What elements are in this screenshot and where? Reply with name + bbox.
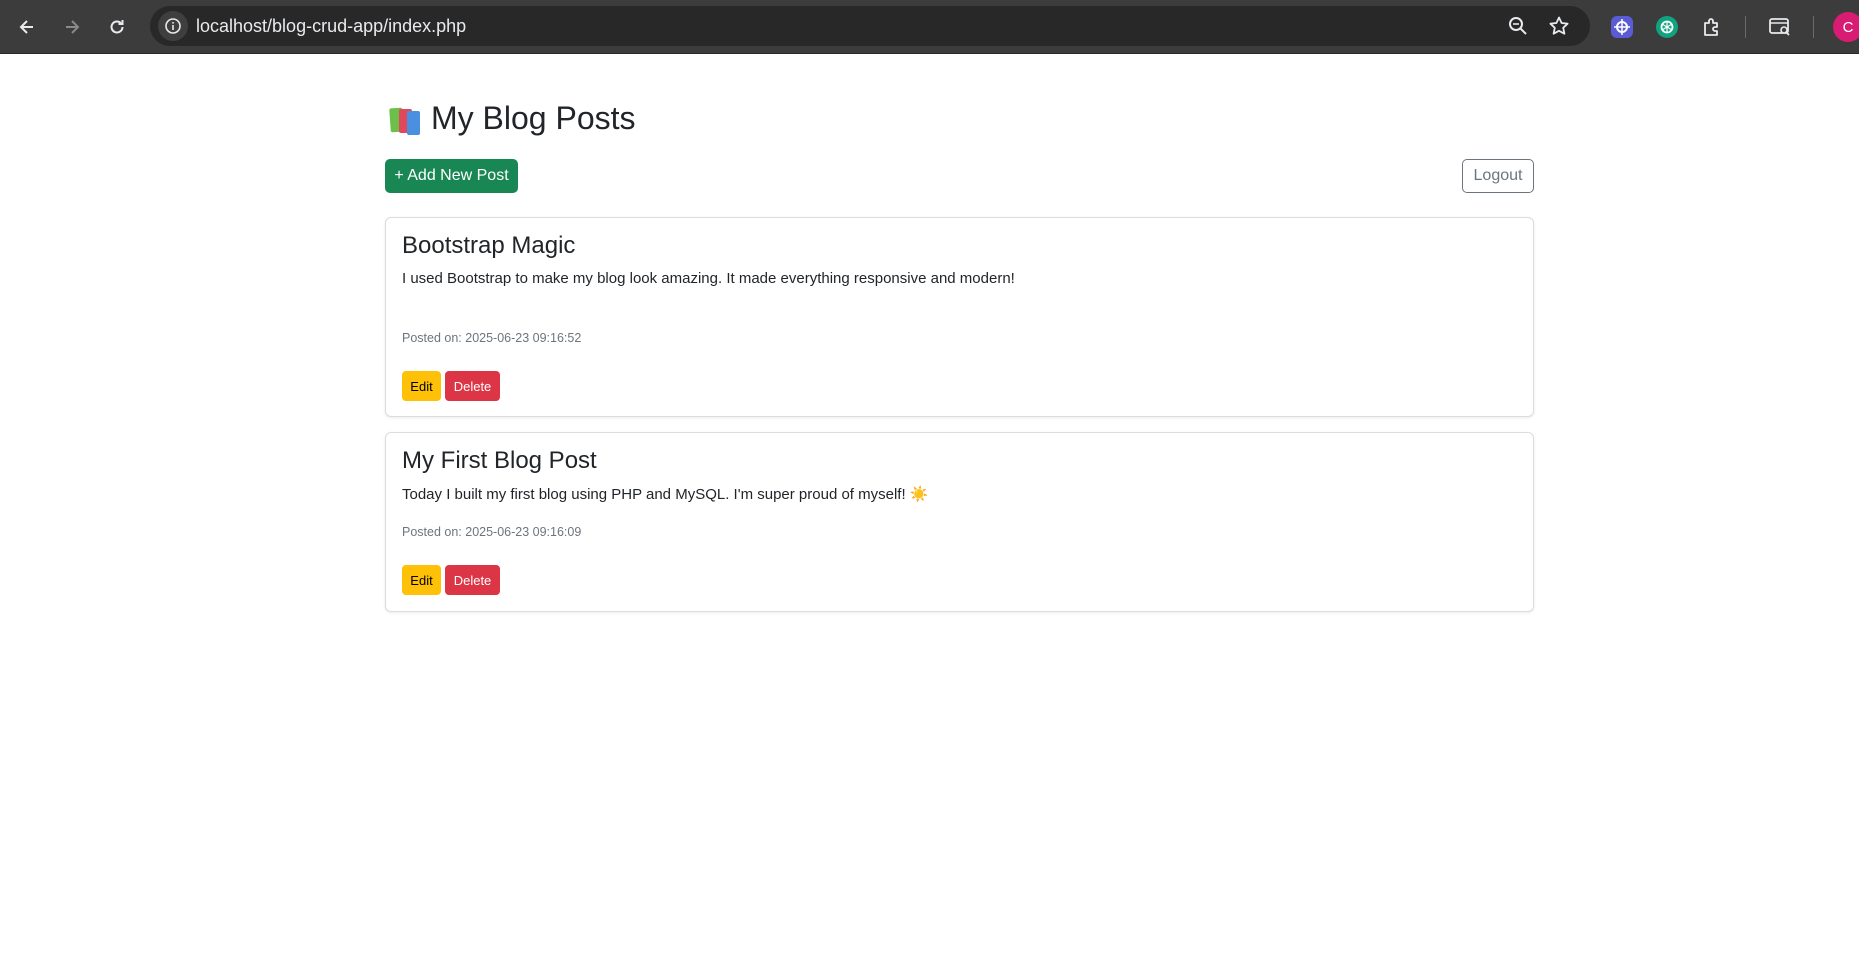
- books-icon: [389, 104, 421, 135]
- extensions-puzzle-icon[interactable]: [1698, 13, 1726, 41]
- edit-button[interactable]: Edit: [402, 371, 441, 401]
- site-info-icon[interactable]: [158, 11, 188, 41]
- page-title: My Blog Posts: [389, 100, 636, 137]
- delete-button[interactable]: Delete: [445, 565, 500, 595]
- post-card: Bootstrap Magic I used Bootstrap to make…: [385, 217, 1534, 417]
- add-new-post-button[interactable]: + Add New Post: [385, 159, 518, 193]
- back-icon[interactable]: [10, 10, 44, 44]
- delete-button[interactable]: Delete: [445, 371, 500, 401]
- post-title: My First Blog Post: [402, 447, 597, 474]
- zoom-icon[interactable]: [1506, 14, 1530, 38]
- url-text[interactable]: localhost/blog-crud-app/index.php: [196, 6, 466, 46]
- reload-icon[interactable]: [100, 10, 134, 44]
- post-title: Bootstrap Magic: [402, 232, 576, 259]
- browser-toolbar: localhost/blog-crud-app/index.php C: [0, 0, 1859, 54]
- address-bar[interactable]: localhost/blog-crud-app/index.php: [150, 6, 1590, 46]
- extension-2-icon[interactable]: [1653, 13, 1681, 41]
- forward-icon[interactable]: [55, 10, 89, 44]
- post-date: Posted on: 2025-06-23 09:16:09: [402, 525, 582, 539]
- post-date: Posted on: 2025-06-23 09:16:52: [402, 331, 582, 345]
- toolbar-divider: [1813, 16, 1814, 38]
- logout-button[interactable]: Logout: [1462, 159, 1534, 193]
- edit-button[interactable]: Edit: [402, 565, 441, 595]
- toolbar-divider: [1745, 16, 1746, 38]
- page-title-text: My Blog Posts: [431, 100, 636, 136]
- profile-avatar[interactable]: C: [1833, 12, 1859, 42]
- post-body: I used Bootstrap to make my blog look am…: [402, 270, 1015, 287]
- post-body: Today I built my first blog using PHP an…: [402, 486, 929, 503]
- bookmark-star-icon[interactable]: [1547, 14, 1571, 38]
- post-card: My First Blog Post Today I built my firs…: [385, 432, 1534, 612]
- tab-search-icon[interactable]: [1766, 13, 1794, 41]
- extension-1-icon[interactable]: [1608, 13, 1636, 41]
